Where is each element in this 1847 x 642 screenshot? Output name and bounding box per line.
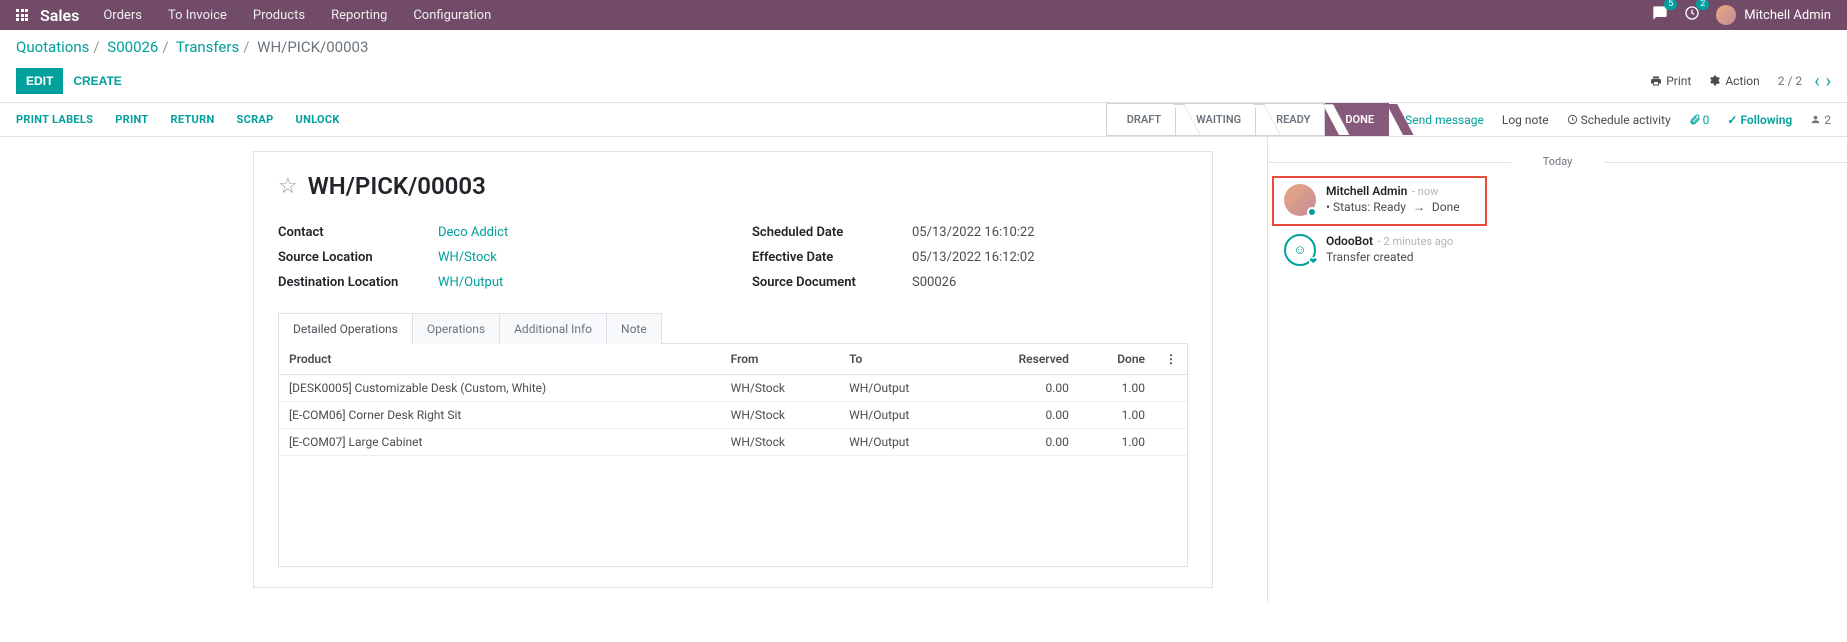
tab-pane-detailed-operations: ProductFromToReservedDone⋮ [DESK0005] Cu… (278, 343, 1188, 567)
schedule-activity-button[interactable]: Schedule activity (1567, 113, 1671, 127)
menu-orders[interactable]: Orders (103, 8, 142, 23)
message-author: Mitchell Admin (1326, 184, 1407, 198)
field-label: Source Location (278, 250, 438, 265)
field-label: Source Document (752, 275, 912, 290)
topnav-menu: Orders To Invoice Products Reporting Con… (103, 8, 491, 23)
avatar (1716, 5, 1736, 25)
message-author: OdooBot (1326, 234, 1373, 248)
statusbar-action-scrap[interactable]: SCRAP (237, 113, 274, 126)
crumb-order[interactable]: S00026 (107, 38, 158, 56)
col-to: To (839, 344, 967, 375)
table-row[interactable]: [DESK0005] Customizable Desk (Custom, Wh… (279, 375, 1187, 402)
status-step-draft[interactable]: DRAFT (1106, 103, 1176, 136)
activity-badge: 2 (1696, 0, 1709, 10)
user-avatar (1284, 184, 1316, 216)
col-product: Product (279, 344, 721, 375)
action-button[interactable]: Action (1709, 74, 1759, 88)
col-done: Done (1079, 344, 1155, 375)
log-note-button[interactable]: Log note (1502, 113, 1549, 127)
field-label: Scheduled Date (752, 225, 912, 240)
chat-badge: 5 (1664, 0, 1677, 10)
message-content: • Status: Ready → Done (1326, 200, 1831, 214)
operations-table: ProductFromToReservedDone⋮ [DESK0005] Cu… (279, 344, 1187, 456)
statusbar-action-return[interactable]: RETURN (170, 113, 214, 126)
chatter-message: Mitchell Admin - now • Status: Ready → Do… (1268, 178, 1847, 228)
message-time: - 2 minutes ago (1375, 235, 1453, 248)
form-sheet: ☆ WH/PICK/00003 ContactDeco AddictSource… (253, 151, 1213, 588)
crumb-quotations[interactable]: Quotations (16, 38, 89, 56)
edit-button[interactable]: EDIT (16, 68, 63, 94)
following-button[interactable]: ✓ Following (1727, 113, 1792, 127)
field-value[interactable]: WH/Stock (438, 250, 497, 265)
apps-launcher-icon[interactable] (16, 9, 28, 21)
column-options-icon[interactable]: ⋮ (1155, 344, 1187, 375)
chatter-date-separator: Today (1268, 155, 1847, 168)
control-panel: Quotations/ S00026/ Transfers/ WH/PICK/0… (0, 30, 1847, 103)
tab-note[interactable]: Note (607, 314, 661, 344)
message-content: Transfer created (1326, 250, 1831, 264)
chat-icon[interactable]: 5 (1652, 5, 1668, 25)
favorite-star-icon[interactable]: ☆ (278, 174, 298, 199)
menu-reporting[interactable]: Reporting (331, 8, 387, 23)
field-value[interactable]: WH/Output (438, 275, 503, 290)
message-time: - now (1409, 185, 1438, 198)
user-name: Mitchell Admin (1744, 8, 1831, 23)
crumb-current: WH/PICK/00003 (257, 38, 368, 56)
field-label: Effective Date (752, 250, 912, 265)
create-button[interactable]: CREATE (73, 74, 121, 88)
tab-additional-info[interactable]: Additional Info (500, 314, 607, 344)
menu-products[interactable]: Products (253, 8, 305, 23)
field-value: S00026 (912, 275, 956, 290)
tab-detailed-operations[interactable]: Detailed Operations (279, 314, 413, 344)
statusbar: PRINT LABELS PRINT RETURN SCRAP UNLOCK DRAFT… (0, 103, 1847, 137)
page-title: WH/PICK/00003 (308, 172, 486, 200)
field-label: Contact (278, 225, 438, 240)
statusbar-action-print-labels[interactable]: PRINT LABELS (16, 113, 93, 126)
attachments-button[interactable]: 0 (1689, 113, 1710, 127)
user-menu[interactable]: Mitchell Admin (1716, 5, 1831, 25)
statusbar-action-unlock[interactable]: UNLOCK (296, 113, 340, 126)
pager-next[interactable]: › (1826, 71, 1831, 92)
activity-icon[interactable]: 2 (1684, 5, 1700, 25)
send-message-button[interactable]: Send message (1405, 113, 1484, 127)
statusbar-action-print[interactable]: PRINT (115, 113, 148, 126)
chatter: Today Mitchell Admin - now • Status: Read… (1267, 137, 1847, 602)
crumb-transfers[interactable]: Transfers (176, 38, 239, 56)
topnav: Sales Orders To Invoice Products Reporti… (0, 0, 1847, 30)
col-from: From (721, 344, 839, 375)
pager-prev[interactable]: ‹ (1814, 71, 1819, 92)
menu-configuration[interactable]: Configuration (413, 8, 491, 23)
col-reserved: Reserved (967, 344, 1079, 375)
tab-operations[interactable]: Operations (413, 314, 500, 344)
breadcrumb: Quotations/ S00026/ Transfers/ WH/PICK/0… (16, 38, 368, 56)
pager-text: 2 / 2 (1778, 74, 1802, 88)
table-row[interactable]: [E-COM06] Corner Desk Right SitWH/StockW… (279, 402, 1187, 429)
table-row[interactable]: [E-COM07] Large CabinetWH/StockWH/Output… (279, 429, 1187, 456)
bot-avatar-icon: ☺ (1284, 234, 1316, 266)
field-value: 05/13/2022 16:12:02 (912, 250, 1035, 265)
followers-button[interactable]: 2 (1810, 113, 1831, 127)
chatter-message: ☺ OdooBot - 2 minutes ago Transfer created (1268, 228, 1847, 272)
menu-to-invoice[interactable]: To Invoice (168, 8, 227, 23)
app-name[interactable]: Sales (40, 6, 79, 25)
field-label: Destination Location (278, 275, 438, 290)
field-value[interactable]: Deco Addict (438, 225, 508, 240)
print-button[interactable]: Print (1650, 74, 1691, 88)
field-value: 05/13/2022 16:10:22 (912, 225, 1035, 240)
pager: 2 / 2 ‹ › (1778, 71, 1831, 92)
